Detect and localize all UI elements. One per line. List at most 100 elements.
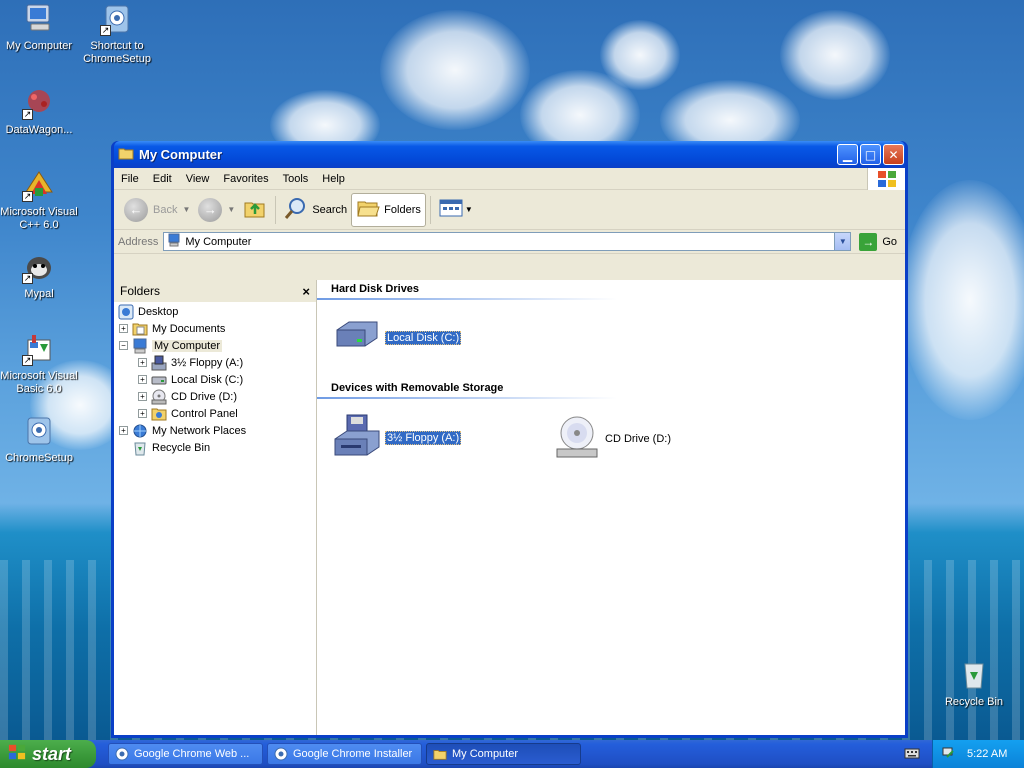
task-label: Google Chrome Web ... (134, 748, 250, 760)
back-button[interactable]: ← Back ▼ (120, 193, 194, 227)
group-heading-hard-disk: Hard Disk Drives (331, 283, 420, 295)
menu-edit[interactable]: Edit (146, 173, 179, 185)
visual-cpp-icon: ↗ (22, 168, 56, 202)
views-button[interactable]: ▼ (435, 193, 477, 227)
shortcut-arrow-icon: ↗ (22, 355, 33, 366)
my-documents-icon (132, 321, 148, 337)
clock[interactable]: 5:22 AM (967, 748, 1007, 760)
up-folder-icon (243, 196, 267, 223)
address-field[interactable]: My Computer ▼ (163, 232, 852, 251)
tree-item-my-documents[interactable]: + My Documents (118, 320, 316, 337)
go-label: Go (882, 235, 897, 248)
tree-item-my-network-places[interactable]: + My Network Places (118, 422, 316, 439)
folder-tree: Desktop + My Documents − My Computer + 3… (114, 302, 316, 456)
task-label: My Computer (452, 748, 519, 760)
search-button[interactable]: Search (280, 193, 351, 227)
folder-icon (118, 146, 134, 163)
keyboard-icon[interactable] (904, 746, 920, 760)
chrome-setup-shortcut-icon: ↗ (100, 2, 134, 36)
desktop-icon-mypal[interactable]: ↗ Mypal (0, 250, 79, 301)
folders-icon (356, 196, 380, 223)
content-pane: Hard Disk Drives Local Disk (C:) Devices… (317, 280, 905, 735)
tree-label: Desktop (138, 305, 179, 318)
menu-tools[interactable]: Tools (276, 173, 316, 185)
folders-pane-title: Folders (120, 284, 161, 298)
menu-help[interactable]: Help (315, 173, 352, 185)
menu-view[interactable]: View (179, 173, 217, 185)
desktop-icon-my-computer[interactable]: My Computer (0, 2, 79, 53)
expand-icon[interactable]: + (138, 392, 147, 401)
mypal-icon: ↗ (22, 250, 56, 284)
drive-local-disk-c[interactable]: Local Disk (C:) (333, 316, 462, 359)
start-label: start (32, 743, 72, 764)
menu-file[interactable]: File (114, 173, 146, 185)
desktop-icon-datawagon[interactable]: ↗ DataWagon... (0, 86, 79, 137)
tree-item-local-disk[interactable]: + Local Disk (C:) (118, 371, 316, 388)
menu-favorites[interactable]: Favorites (216, 173, 275, 185)
minimize-button[interactable]: ▁ (837, 144, 858, 165)
forward-dropdown-icon[interactable]: ▼ (227, 205, 235, 214)
tree-label: CD Drive (D:) (171, 390, 237, 403)
up-folder-button[interactable] (239, 193, 271, 227)
desktop-icon-visual-cpp[interactable]: ↗ Microsoft Visual C++ 6.0 (0, 168, 79, 232)
task-my-computer[interactable]: My Computer (426, 743, 581, 765)
tree-label: My Documents (152, 322, 226, 335)
tree-item-floppy[interactable]: + 3½ Floppy (A:) (118, 354, 316, 371)
taskbar: start Google Chrome Web ... Google Chrom… (0, 740, 1024, 768)
desktop-icon-chromesetup[interactable]: ChromeSetup (0, 414, 79, 465)
search-label: Search (312, 203, 348, 216)
group-divider (317, 298, 617, 300)
tree-label: My Computer (152, 339, 223, 352)
back-label: Back (153, 203, 178, 216)
maximize-icon: □ (864, 147, 877, 162)
forward-button[interactable]: → ▼ (194, 193, 239, 227)
tree-item-cd-drive[interactable]: + CD Drive (D:) (118, 388, 316, 405)
close-pane-icon[interactable]: × (302, 284, 310, 299)
go-arrow-icon: → (859, 232, 878, 251)
collapse-icon[interactable]: − (119, 341, 128, 350)
title-bar[interactable]: My Computer ▁ □ ✕ (114, 141, 905, 168)
tree-item-desktop[interactable]: Desktop (118, 303, 316, 320)
expand-icon[interactable]: + (138, 409, 147, 418)
tree-label: Control Panel (171, 407, 238, 420)
task-chrome-web[interactable]: Google Chrome Web ... (108, 743, 263, 765)
desktop-icon-label: Microsoft Visual C++ 6.0 (0, 206, 78, 231)
desktop-icon-label: DataWagon... (5, 124, 73, 136)
desktop-icon-label: Shortcut to ChromeSetup (83, 40, 151, 65)
network-tray-icon[interactable] (941, 745, 957, 764)
group-divider (317, 397, 617, 399)
folders-button[interactable]: Folders (351, 192, 426, 227)
toolbar-separator (429, 195, 431, 224)
tree-label: Recycle Bin (152, 441, 211, 454)
tree-item-my-computer[interactable]: − My Computer (118, 337, 316, 354)
drive-floppy-a[interactable]: 3½ Floppy (A:) (333, 413, 462, 462)
close-button[interactable]: ✕ (883, 144, 904, 165)
back-dropdown-icon[interactable]: ▼ (182, 205, 190, 214)
folders-pane-header: Folders × (114, 280, 316, 302)
go-button[interactable]: → Go (855, 232, 901, 251)
task-chrome-installer[interactable]: Google Chrome Installer (267, 743, 422, 765)
shortcut-arrow-icon: ↗ (100, 25, 111, 36)
tree-item-recycle-bin[interactable]: Recycle Bin (118, 439, 316, 456)
expand-icon[interactable]: + (138, 358, 147, 367)
task-list: Google Chrome Web ... Google Chrome Inst… (108, 743, 585, 765)
panes: Folders × Desktop + My Documents − My Co… (114, 280, 905, 735)
expand-icon[interactable]: + (119, 426, 128, 435)
drive-cd-d[interactable]: CD Drive (D:) (553, 413, 671, 464)
expand-icon[interactable]: + (138, 375, 147, 384)
tree-label: Local Disk (C:) (171, 373, 244, 386)
maximize-button[interactable]: □ (860, 144, 881, 165)
expand-icon[interactable]: + (119, 324, 128, 333)
start-button[interactable]: start (0, 740, 96, 768)
windows-logo-icon (867, 168, 905, 190)
shortcut-arrow-icon: ↗ (22, 273, 33, 284)
desktop-icon-shortcut-chromesetup[interactable]: ↗ Shortcut to ChromeSetup (77, 2, 157, 66)
toolbar-separator (275, 195, 277, 224)
floppy-drive-icon (333, 413, 381, 462)
desktop-icon-recycle-bin[interactable]: Recycle Bin (934, 658, 1014, 709)
desktop-icon-visual-basic[interactable]: ↗ Microsoft Visual Basic 6.0 (0, 332, 79, 396)
folders-label: Folders (384, 203, 421, 216)
window-title: My Computer (139, 147, 223, 162)
tree-item-control-panel[interactable]: + Control Panel (118, 405, 316, 422)
address-dropdown-icon[interactable]: ▼ (834, 233, 851, 250)
